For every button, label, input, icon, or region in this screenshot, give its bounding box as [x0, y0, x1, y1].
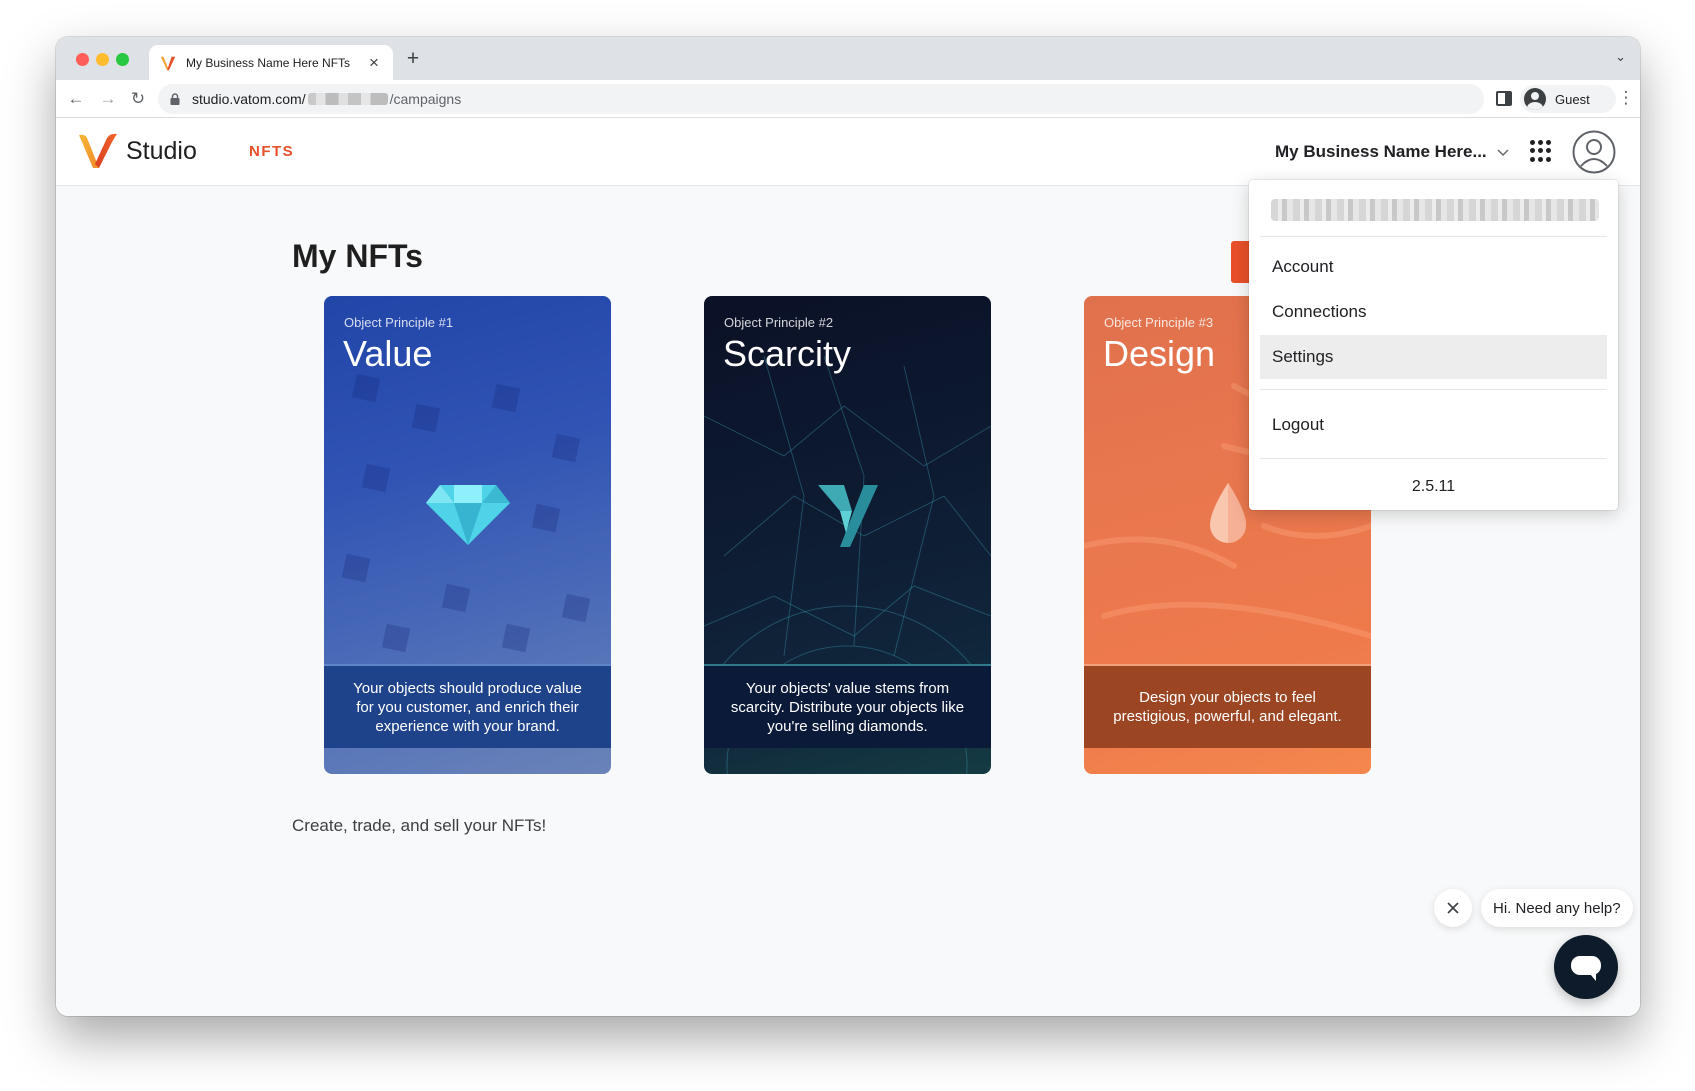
nav-nfts-link[interactable]: NFTS	[249, 143, 294, 160]
new-tab-button[interactable]: +	[400, 47, 426, 71]
address-bar[interactable]: studio.vatom.com/ /campaigns	[158, 84, 1484, 114]
close-tab-icon[interactable]: ×	[365, 53, 383, 73]
dropdown-divider	[1260, 458, 1607, 459]
lock-icon	[170, 93, 180, 105]
menu-item-account[interactable]: Account	[1260, 245, 1607, 289]
close-window-button[interactable]	[76, 53, 89, 66]
vatom-logo-icon[interactable]	[77, 132, 121, 172]
brand-name: Studio	[126, 137, 197, 165]
minimize-window-button[interactable]	[96, 53, 109, 66]
card-eyebrow: Object Principle #3	[1104, 315, 1214, 330]
diamond-icon	[426, 485, 510, 545]
business-selector[interactable]: My Business Name Here...	[1275, 142, 1509, 162]
chat-greeting-text: Hi. Need any help?	[1493, 899, 1621, 917]
url-text: studio.vatom.com/ /campaigns	[192, 91, 461, 107]
chevron-down-icon	[1497, 149, 1509, 156]
page-tagline: Create, trade, and sell your NFTs!	[292, 816, 547, 835]
dropdown-divider	[1260, 389, 1607, 390]
url-path: /campaigns	[389, 91, 462, 107]
card-caption: Design your objects to feel prestigious,…	[1084, 664, 1371, 748]
profile-name: Guest	[1555, 91, 1590, 107]
vatom-favicon-icon	[160, 56, 176, 70]
menu-item-settings[interactable]: Settings	[1260, 335, 1607, 379]
app-header: Studio NFTS My Business Name Here...	[56, 118, 1640, 186]
card-caption: Your objects' value stems from scarcity.…	[704, 664, 991, 748]
tab-strip: My Business Name Here NFTs × + ⌄	[56, 37, 1640, 80]
maximize-window-button[interactable]	[116, 53, 129, 66]
account-dropdown-menu: Account Connections Settings Logout 2.5.…	[1249, 180, 1618, 510]
dropdown-divider	[1260, 236, 1607, 237]
page-title: My NFTs	[292, 238, 423, 274]
business-name: My Business Name Here...	[1275, 142, 1487, 161]
apps-grid-icon[interactable]	[1530, 140, 1552, 162]
profile-button[interactable]: Guest	[1520, 85, 1616, 113]
browser-toolbar: ← → ↻ studio.vatom.com/ /campaigns Guest…	[56, 80, 1640, 118]
card-caption: Your objects should produce value for yo…	[324, 664, 611, 748]
browser-tab[interactable]: My Business Name Here NFTs ×	[149, 45, 393, 80]
card-eyebrow: Object Principle #1	[344, 315, 454, 330]
tab-title: My Business Name Here NFTs	[186, 55, 351, 70]
url-redacted-segment	[307, 93, 388, 105]
tab-search-chevron-icon[interactable]: ⌄	[1615, 49, 1626, 65]
browser-menu-icon[interactable]: ⋮	[1616, 88, 1636, 108]
user-avatar-icon[interactable]	[1572, 130, 1616, 174]
menu-item-logout[interactable]: Logout	[1260, 403, 1607, 447]
close-chat-prompt-button[interactable]	[1434, 889, 1472, 927]
chat-bubble-icon	[1571, 956, 1601, 981]
guest-avatar-icon	[1524, 88, 1546, 110]
side-panel-icon[interactable]	[1496, 91, 1512, 106]
browser-window: My Business Name Here NFTs × + ⌄ ← → ↻ s…	[56, 37, 1640, 1016]
account-email-redacted	[1271, 199, 1599, 221]
card-title: Scarcity	[723, 333, 852, 374]
vatom-logo-icon	[818, 485, 878, 547]
card-title: Value	[343, 333, 433, 374]
card-title: Design	[1103, 333, 1216, 374]
card-eyebrow: Object Principle #2	[724, 315, 834, 330]
menu-item-connections[interactable]: Connections	[1260, 290, 1607, 334]
forward-arrow-icon[interactable]: →	[96, 87, 120, 111]
app-version: 2.5.11	[1411, 478, 1456, 495]
nft-card-scarcity[interactable]: Object Principle #2 Scarcity Your object…	[704, 296, 991, 774]
chat-greeting-bubble[interactable]: Hi. Need any help?	[1481, 889, 1633, 927]
url-domain: studio.vatom.com/	[192, 91, 306, 107]
close-icon	[1447, 902, 1459, 914]
back-arrow-icon[interactable]: ←	[64, 87, 88, 111]
chat-launcher-button[interactable]	[1554, 935, 1618, 999]
nft-card-value[interactable]: Object Principle #1 Value Your objects s…	[324, 296, 611, 774]
reload-icon[interactable]: ↻	[126, 87, 150, 111]
